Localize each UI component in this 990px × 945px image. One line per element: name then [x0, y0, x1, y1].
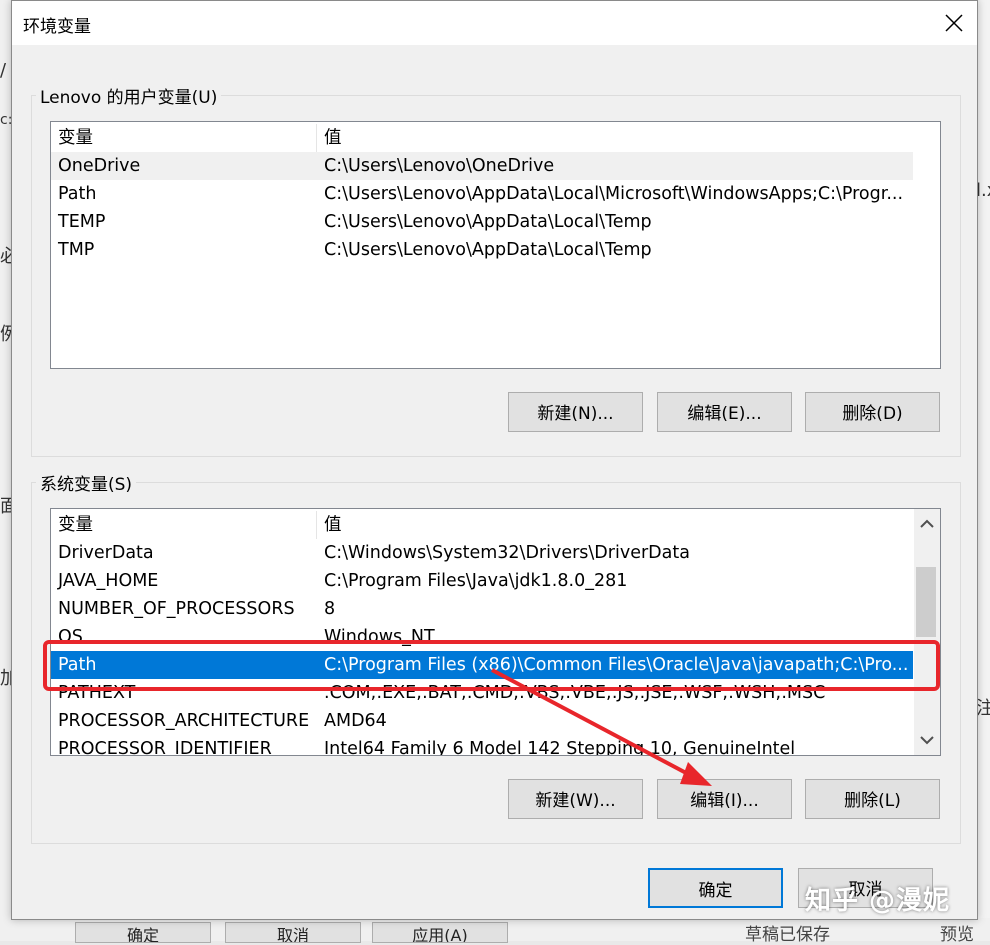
annotation-arrow-icon — [491, 668, 712, 786]
watermark-text: 知乎 @漫妮 — [805, 886, 951, 916]
